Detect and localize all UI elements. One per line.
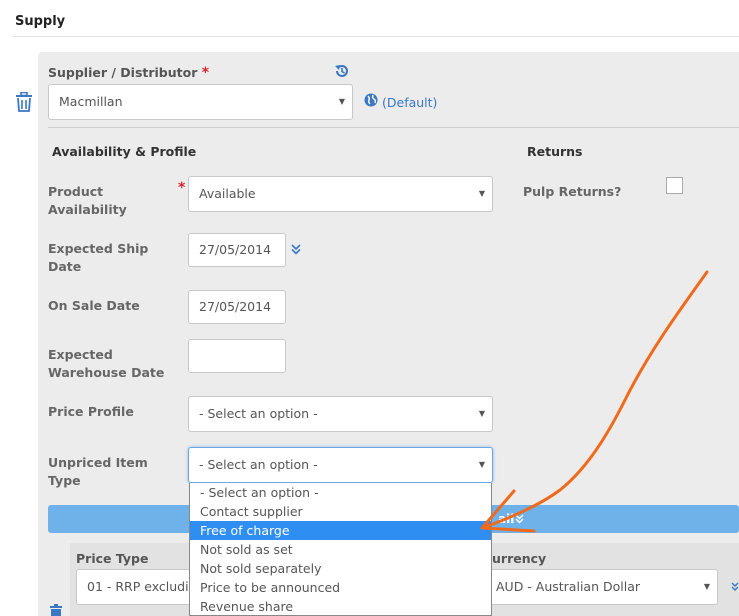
dropdown-option[interactable]: Not sold separately [190, 559, 491, 578]
globe-icon [364, 93, 378, 107]
supplier-select-value: Macmillan [59, 94, 123, 109]
currency-select[interactable]: AUD - Australian Dollar ▼ [485, 569, 718, 605]
section-title: Supply [15, 14, 66, 29]
select-value: AUD - Australian Dollar [496, 579, 640, 594]
trash-icon[interactable] [15, 92, 33, 112]
chevron-down-icon: ▼ [478, 460, 485, 469]
dropdown-option[interactable]: Price to be announced [190, 578, 491, 597]
label-line: Availability [48, 202, 127, 217]
expected-ship-date-input[interactable]: 27/05/2014 [188, 233, 286, 267]
trash-icon[interactable] [49, 604, 63, 616]
required-mark: * [178, 180, 186, 196]
double-chevron-down-icon [515, 514, 524, 524]
supplier-label-text: Supplier / Distributor [48, 65, 198, 80]
select-value: - Select an option - [199, 406, 318, 421]
label-line: Expected [48, 347, 113, 362]
chevron-down-icon: ▼ [338, 97, 345, 106]
dropdown-option[interactable]: Contact supplier [190, 502, 491, 521]
returns-heading: Returns [527, 144, 583, 159]
label-line: Unpriced Item [48, 455, 148, 470]
product-availability-label: Product Availability [48, 183, 127, 219]
select-value: - Select an option - [199, 457, 318, 472]
panel-divider [48, 127, 739, 128]
currency-label: urrency [492, 551, 547, 566]
pulp-returns-checkbox[interactable] [666, 177, 683, 194]
double-chevron-down-icon[interactable] [731, 582, 739, 592]
label-line: Date [48, 259, 82, 274]
history-icon[interactable] [334, 63, 350, 79]
dropdown-option[interactable]: Free of charge [190, 521, 491, 540]
on-sale-date-input[interactable]: 27/05/2014 [188, 290, 286, 324]
dropdown-option[interactable]: - Select an option - [190, 483, 491, 502]
prices-toggle-label: ail [498, 512, 515, 526]
supplier-label: Supplier / Distributor * [48, 65, 209, 81]
select-value: Available [199, 186, 256, 201]
unpriced-item-type-select[interactable]: - Select an option - ▼ [188, 447, 493, 483]
unpriced-item-type-label: Unpriced Item Type [48, 454, 148, 490]
double-chevron-down-icon[interactable] [291, 244, 301, 255]
expected-warehouse-date-label: Expected Warehouse Date [48, 346, 164, 382]
label-line: Warehouse Date [48, 365, 165, 380]
availability-heading: Availability & Profile [52, 144, 197, 159]
section-divider [12, 36, 739, 37]
chevron-down-icon: ▼ [478, 189, 485, 198]
expected-warehouse-date-input[interactable] [188, 339, 286, 373]
unpriced-item-type-options: - Select an option - Contact supplier Free… [189, 483, 492, 616]
label-line: Type [48, 473, 81, 488]
on-sale-date-label: On Sale Date [48, 298, 140, 313]
pulp-returns-label: Pulp Returns? [523, 184, 622, 199]
chevron-down-icon: ▼ [478, 409, 485, 418]
price-type-label: Price Type [76, 551, 149, 566]
chevron-down-icon: ▼ [703, 582, 710, 591]
expected-ship-date-label: Expected Ship Date [48, 240, 148, 276]
label-line: Expected Ship [48, 241, 149, 256]
price-profile-label: Price Profile [48, 404, 134, 419]
product-availability-select[interactable]: Available ▼ [188, 176, 493, 212]
dropdown-option[interactable]: Revenue share [190, 597, 491, 615]
supplier-select[interactable]: Macmillan ▼ [48, 84, 353, 120]
price-profile-select[interactable]: - Select an option - ▼ [188, 396, 493, 432]
price-type-select[interactable]: 01 - RRP excludir [76, 569, 206, 605]
label-line: Product [48, 184, 104, 199]
default-link[interactable]: (Default) [382, 95, 437, 110]
required-mark: * [201, 65, 210, 81]
dropdown-option[interactable]: Not sold as set [190, 540, 491, 559]
